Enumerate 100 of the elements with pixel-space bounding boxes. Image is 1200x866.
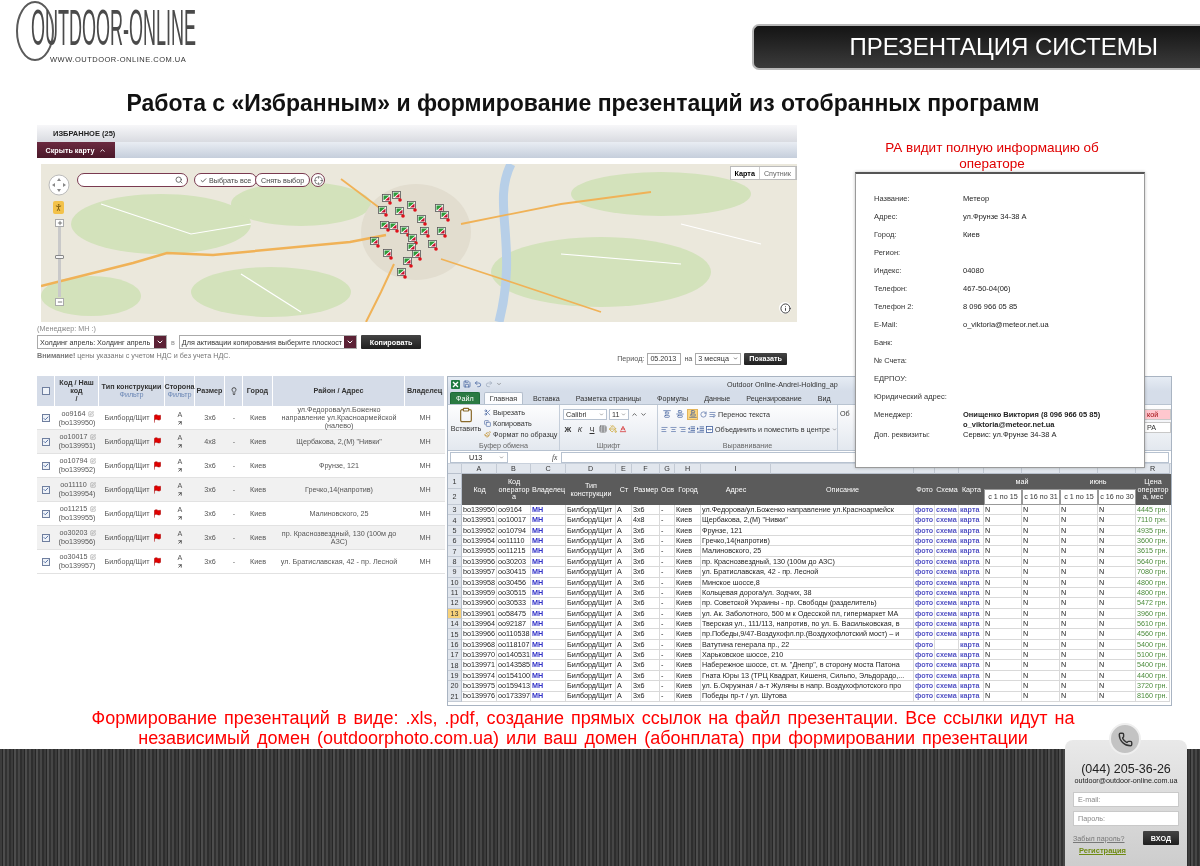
checkmark-icon <box>43 534 49 541</box>
billboard-marker-icon <box>408 234 418 245</box>
flag-icon <box>152 509 162 518</box>
caret-icon <box>599 411 604 417</box>
lightbulb-icon <box>229 387 238 395</box>
page-title: Работа с «Избранным» и формирование презентаций из отобранных программ <box>125 90 1041 116</box>
wrap-text-icon <box>709 410 716 418</box>
flag-icon <box>152 533 162 542</box>
phone-icon <box>1109 723 1141 755</box>
person-icon[interactable] <box>53 201 64 214</box>
flag-icon <box>152 437 162 446</box>
billboard-marker-icon <box>370 237 380 248</box>
checkmark-icon <box>43 486 49 493</box>
checkbox[interactable] <box>42 509 50 518</box>
flag-icon <box>152 557 162 566</box>
edit-icon[interactable] <box>90 458 97 464</box>
billboard-marker-icon <box>378 206 388 217</box>
billboard-marker-icon <box>392 191 402 202</box>
edit-icon[interactable] <box>90 506 97 512</box>
billboard-marker-icon <box>420 227 430 238</box>
arrow-icon <box>177 515 183 521</box>
edit-icon[interactable] <box>90 554 97 560</box>
align-center-icon[interactable] <box>670 425 677 433</box>
phone-number: (044) 205-36-26 <box>1081 762 1171 776</box>
zoom-slider[interactable] <box>55 227 64 297</box>
operator-caption: РА видит полную информацию об операторе <box>884 140 1100 172</box>
billboard-marker-icon <box>440 211 450 222</box>
rotate-icon[interactable] <box>700 410 707 418</box>
checkbox[interactable] <box>42 437 50 446</box>
paintbrush-icon <box>484 430 491 438</box>
flag-icon <box>152 485 162 494</box>
checkbox[interactable] <box>41 387 50 395</box>
billboard-marker-icon <box>389 222 399 233</box>
arrow-icon <box>177 467 183 473</box>
paint-bucket-icon[interactable] <box>609 425 617 433</box>
align-bottom-button[interactable] <box>687 408 698 420</box>
save-icon[interactable] <box>463 380 471 388</box>
edit-icon[interactable] <box>88 410 95 417</box>
presentation-note: Формирование презентаций в виде: .xls, .pdf, создание прямых ссылок на файл презентации. Все ссылки идут на независимый домен (outdoorphoto.com.ua) или ваш домен (абонплата) при формировании презентации <box>90 707 1076 749</box>
billboard-marker-icon <box>383 249 393 260</box>
arrow-icon <box>177 419 183 426</box>
font-color-icon[interactable] <box>619 425 627 433</box>
align-top-button[interactable] <box>661 408 672 420</box>
undo-icon[interactable] <box>474 380 482 388</box>
flag-icon <box>152 461 162 470</box>
plus-icon <box>56 220 63 226</box>
arrow-icon <box>177 539 183 545</box>
spreadsheet-icon <box>451 379 460 389</box>
billboard-marker-icon <box>428 240 438 251</box>
clipboard-icon <box>458 407 474 423</box>
align-left-icon[interactable] <box>661 425 668 433</box>
billboard-marker-icon <box>403 257 413 268</box>
billboard-marker-icon <box>397 268 407 279</box>
flag-icon <box>152 413 162 423</box>
align-right-icon[interactable] <box>679 425 686 433</box>
checkmark-icon <box>43 462 49 469</box>
checkbox[interactable] <box>42 533 50 542</box>
caret-icon <box>733 356 739 361</box>
presentation-banner: ПРЕЗЕНТАЦИЯ СИСТЕМЫ <box>752 24 1200 70</box>
copy-icon <box>484 419 491 427</box>
arrow-icon <box>177 563 183 569</box>
caret-icon <box>831 426 837 432</box>
decrease-indent-icon[interactable] <box>688 425 695 433</box>
scissors-icon <box>484 408 491 416</box>
checkmark-icon <box>43 414 49 422</box>
arrow-icon <box>177 443 183 449</box>
billboard-marker-icon <box>417 215 427 226</box>
checkmark-icon <box>43 438 49 445</box>
checkmark-icon <box>43 558 49 565</box>
zoom-slider-thumb[interactable] <box>55 254 64 259</box>
table-cell <box>935 639 959 651</box>
align-bottom-icon <box>688 410 697 418</box>
checkbox[interactable] <box>42 485 50 494</box>
checkmark-icon <box>200 176 207 184</box>
billboard-marker-icon <box>395 207 405 218</box>
minus-icon <box>56 299 63 305</box>
checkbox[interactable] <box>42 414 50 422</box>
chevron-up-icon <box>99 146 107 154</box>
checkmark-icon <box>43 510 49 517</box>
align-middle-button[interactable] <box>674 408 685 420</box>
caret-icon[interactable] <box>496 381 502 387</box>
checkbox[interactable] <box>42 461 50 470</box>
search-field[interactable] <box>77 173 188 187</box>
billboard-marker-icon <box>380 221 390 232</box>
pan-control-icon[interactable] <box>48 174 70 196</box>
arrow-icon <box>177 491 183 497</box>
chevron-up-icon[interactable] <box>631 410 638 418</box>
billboard-marker-icon <box>412 250 422 261</box>
chevron-down-icon[interactable] <box>640 410 647 418</box>
increase-indent-icon[interactable] <box>697 425 704 433</box>
zoom-out-button[interactable] <box>55 298 64 306</box>
zoom-in-button[interactable] <box>55 219 64 227</box>
caret-icon <box>621 411 626 417</box>
search-icon <box>175 176 183 184</box>
align-top-icon <box>662 410 671 418</box>
checkbox[interactable] <box>42 557 50 566</box>
merge-cells-icon <box>706 425 713 433</box>
billboard-marker-icon <box>400 226 410 237</box>
grid-icon[interactable] <box>599 425 607 433</box>
billboard-marker-icon <box>437 227 447 238</box>
